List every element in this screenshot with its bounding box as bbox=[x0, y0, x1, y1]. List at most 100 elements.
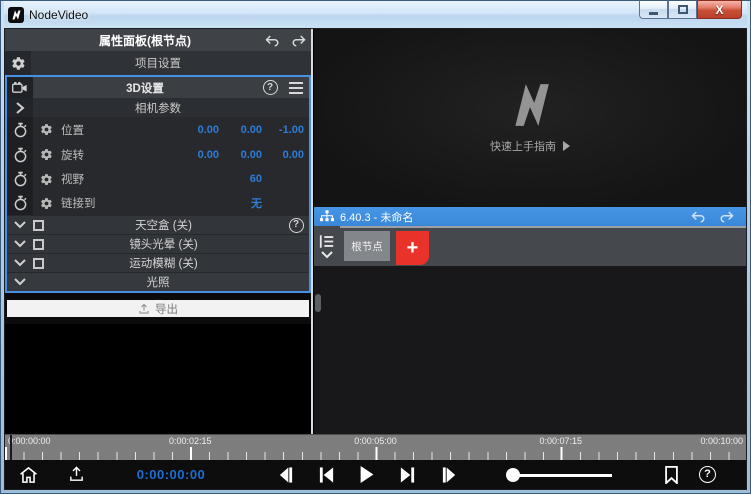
play-icon bbox=[359, 466, 375, 483]
quick-start-guide-link[interactable]: 快速上手指南 bbox=[490, 138, 570, 154]
export-label: 导出 bbox=[155, 301, 178, 317]
lens-flare-checkbox[interactable] bbox=[33, 239, 44, 250]
skybox-label: 天空盒 (关) bbox=[44, 217, 283, 233]
tabs-area: 根节点 + bbox=[340, 226, 746, 266]
app-logo-icon bbox=[8, 7, 24, 23]
skybox-checkbox[interactable] bbox=[33, 220, 44, 231]
timeline-ruler[interactable]: 0:00:00:00 0:00:02:15 0:00:05:00 0:00:07… bbox=[5, 434, 746, 460]
link-to-label: 链接到 bbox=[59, 195, 176, 211]
ruler-timestamp: 0:00:00:00 bbox=[8, 436, 51, 446]
link-to-value[interactable]: 无 bbox=[219, 195, 262, 211]
stopwatch-icon[interactable] bbox=[7, 191, 33, 215]
motion-blur-checkbox[interactable] bbox=[33, 258, 44, 269]
nodevideo-logo-icon bbox=[503, 82, 557, 128]
preview-viewport: 快速上手指南 bbox=[314, 29, 746, 207]
play-triangle-icon bbox=[563, 141, 570, 151]
timeline-redo-button[interactable] bbox=[712, 210, 740, 223]
main-content: 属性面板(根节点) 项目设置 bbox=[4, 28, 747, 490]
export-button[interactable]: 导出 bbox=[7, 300, 309, 317]
caption-buttons: X bbox=[639, 0, 742, 19]
current-time-display[interactable]: 0:00:00:00 bbox=[127, 467, 215, 482]
skybox-help-button[interactable]: ? bbox=[283, 218, 309, 233]
undo-button[interactable] bbox=[259, 34, 285, 47]
position-label: 位置 bbox=[59, 122, 176, 138]
chevron-down-icon[interactable] bbox=[7, 259, 33, 267]
chevron-down-icon bbox=[321, 251, 333, 259]
jump-to-start-button[interactable] bbox=[318, 467, 335, 483]
chevron-down-icon[interactable] bbox=[7, 278, 33, 286]
properties-panel-header: 属性面板(根节点) bbox=[5, 29, 311, 51]
rotation-label: 旋转 bbox=[59, 147, 176, 163]
add-node-button[interactable]: + bbox=[396, 231, 429, 265]
3d-settings-menu-button[interactable] bbox=[283, 82, 309, 94]
ruler-timestamp: 0:00:10:00 bbox=[700, 436, 743, 446]
guide-label: 快速上手指南 bbox=[490, 138, 556, 154]
upload-icon bbox=[68, 466, 85, 483]
timeline-zoom-slider[interactable] bbox=[506, 467, 612, 483]
lens-flare-row[interactable]: 镜头光晕 (关) bbox=[7, 234, 309, 253]
close-button[interactable]: X bbox=[697, 0, 742, 19]
right-column: 快速上手指南 6.40.3 - 未命名 bbox=[313, 29, 746, 434]
chevron-down-icon[interactable] bbox=[7, 221, 33, 229]
bookmark-button[interactable] bbox=[664, 466, 679, 484]
position-x-value[interactable]: 0.00 bbox=[176, 124, 219, 136]
stopwatch-icon[interactable] bbox=[7, 167, 33, 191]
motion-blur-label: 运动模糊 (关) bbox=[44, 255, 283, 271]
window-title: NodeVideo bbox=[29, 8, 88, 22]
gear-icon[interactable] bbox=[33, 173, 59, 186]
gear-icon[interactable] bbox=[33, 197, 59, 210]
timeline-undo-button[interactable] bbox=[684, 210, 712, 223]
skip-to-start-icon bbox=[318, 467, 335, 483]
slider-handle[interactable] bbox=[506, 468, 520, 482]
link-to-row: 链接到 无 bbox=[7, 191, 309, 215]
3d-settings-title: 3D设置 bbox=[33, 80, 257, 96]
stopwatch-icon[interactable] bbox=[7, 117, 33, 142]
motion-blur-row[interactable]: 运动模糊 (关) bbox=[7, 253, 309, 272]
hamburger-menu-icon bbox=[289, 82, 303, 94]
properties-panel-title: 属性面板(根节点) bbox=[31, 32, 259, 49]
bookmark-icon bbox=[664, 466, 679, 484]
stopwatch-icon[interactable] bbox=[7, 142, 33, 167]
jump-to-end-button[interactable] bbox=[399, 467, 416, 483]
next-frame-button[interactable] bbox=[441, 467, 458, 483]
scrollbar-thumb[interactable] bbox=[315, 294, 321, 312]
minimize-button[interactable] bbox=[639, 0, 668, 19]
gear-icon[interactable] bbox=[33, 123, 59, 136]
root-node-tab[interactable]: 根节点 bbox=[344, 231, 390, 261]
fov-label: 视野 bbox=[59, 171, 176, 187]
playhead[interactable] bbox=[10, 435, 12, 460]
home-button[interactable] bbox=[19, 466, 38, 484]
help-icon: ? bbox=[263, 80, 278, 95]
chevron-down-icon[interactable] bbox=[7, 240, 33, 248]
timeline-tracks-area[interactable] bbox=[314, 266, 746, 434]
gear-icon[interactable] bbox=[33, 148, 59, 161]
rotation-x-value[interactable]: 0.00 bbox=[176, 149, 219, 161]
project-settings-label: 项目设置 bbox=[31, 55, 285, 71]
help-button[interactable]: ? bbox=[699, 466, 716, 483]
home-icon bbox=[19, 466, 38, 484]
rotation-z-value[interactable]: 0.00 bbox=[262, 149, 309, 161]
title-bar: NodeVideo X bbox=[4, 1, 747, 28]
app-window: NodeVideo X 属性面板(根节点) bbox=[0, 0, 751, 494]
position-z-value[interactable]: -1.00 bbox=[262, 124, 309, 136]
fov-row: 视野 60 bbox=[7, 167, 309, 191]
position-y-value[interactable]: 0.00 bbox=[219, 124, 262, 136]
play-button[interactable] bbox=[359, 466, 375, 483]
rotation-y-value[interactable]: 0.00 bbox=[219, 149, 262, 161]
redo-button[interactable] bbox=[285, 34, 311, 47]
lighting-row[interactable]: 光照 bbox=[7, 272, 309, 291]
3d-settings-help-button[interactable]: ? bbox=[257, 80, 283, 95]
step-backward-icon bbox=[277, 467, 294, 483]
camera-params-row[interactable]: 相机参数 bbox=[7, 98, 309, 117]
3d-settings-header[interactable]: 3D设置 ? bbox=[7, 77, 309, 98]
project-settings-row[interactable]: 项目设置 bbox=[5, 51, 311, 75]
skip-to-end-icon bbox=[399, 467, 416, 483]
skybox-row[interactable]: 天空盒 (关) ? bbox=[7, 215, 309, 234]
layer-list-button[interactable] bbox=[314, 226, 340, 266]
lighting-label: 光照 bbox=[33, 274, 283, 290]
export-share-button[interactable] bbox=[68, 466, 85, 483]
maximize-button[interactable] bbox=[668, 0, 697, 19]
ruler-timestamp: 0:00:05:00 bbox=[354, 436, 397, 446]
prev-frame-button[interactable] bbox=[277, 467, 294, 483]
fov-value[interactable]: 60 bbox=[219, 173, 262, 185]
